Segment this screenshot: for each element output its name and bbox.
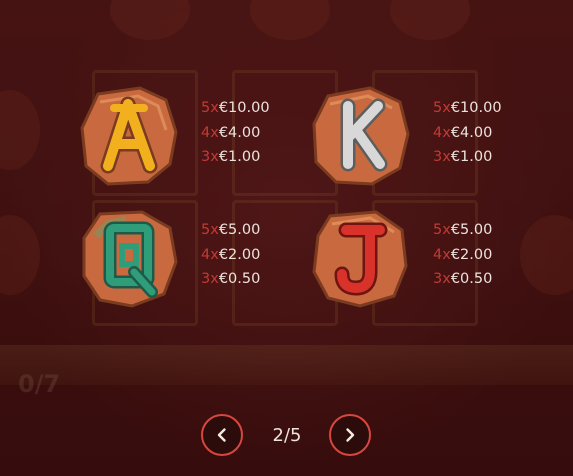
pay-row: 3x€0.50 [201, 267, 301, 292]
payout: €4.00 [450, 124, 493, 141]
previous-page-button[interactable] [201, 414, 243, 456]
multiplier: 4x [201, 246, 219, 263]
multiplier: 3x [433, 271, 451, 287]
next-page-button[interactable] [329, 414, 371, 456]
multiplier: 4x [433, 124, 451, 141]
payout: €5.00 [450, 222, 493, 238]
pay-row: 4x€4.00 [201, 121, 301, 146]
payout: €0.50 [218, 271, 261, 287]
pay-row: 4x€2.00 [433, 243, 533, 268]
pay-row: 4x€2.00 [201, 243, 301, 268]
pay-row: 3x€1.00 [201, 145, 301, 170]
pay-row: 5x€5.00 [433, 218, 533, 243]
multiplier: 4x [433, 246, 451, 263]
payout: €2.00 [450, 246, 493, 263]
paytable-values-j: 5x€5.00 4x€2.00 3x€0.50 [433, 218, 533, 292]
pay-row: 4x€4.00 [433, 121, 533, 146]
pay-row: 5x€10.00 [433, 96, 533, 121]
chevron-left-icon [217, 428, 226, 442]
payout: €10.00 [450, 100, 502, 116]
multiplier: 5x [201, 100, 219, 116]
multiplier: 3x [201, 149, 219, 165]
pay-row: 3x€0.50 [433, 267, 533, 292]
pay-row: 5x€5.00 [201, 218, 301, 243]
multiplier: 3x [201, 271, 219, 287]
letter-a-stone-icon [78, 84, 180, 188]
multiplier: 5x [201, 222, 219, 238]
letter-j-stone-icon [310, 206, 412, 310]
payout: €1.00 [218, 149, 261, 165]
multiplier: 5x [433, 222, 451, 238]
paytable-pagination: 2/5 [0, 408, 573, 466]
payout: €0.50 [450, 271, 493, 287]
multiplier: 5x [433, 100, 451, 116]
payout: €5.00 [218, 222, 261, 238]
payout: €4.00 [218, 124, 261, 141]
chevron-right-icon [346, 428, 355, 442]
page-indicator: 2/5 [272, 425, 302, 446]
payout: €2.00 [218, 246, 261, 263]
paytable-values-q: 5x€5.00 4x€2.00 3x€0.50 [201, 218, 301, 292]
payout: €1.00 [450, 149, 493, 165]
letter-k-stone-icon [310, 84, 412, 188]
letter-q-stone-icon [78, 206, 180, 310]
multiplier: 4x [201, 124, 219, 141]
pay-row: 3x€1.00 [433, 145, 533, 170]
paytable-values-a: 5x€10.00 4x€4.00 3x€1.00 [201, 96, 301, 170]
payout: €10.00 [218, 100, 270, 116]
pay-row: 5x€10.00 [201, 96, 301, 121]
multiplier: 3x [433, 149, 451, 165]
paytable-values-k: 5x€10.00 4x€4.00 3x€1.00 [433, 96, 533, 170]
